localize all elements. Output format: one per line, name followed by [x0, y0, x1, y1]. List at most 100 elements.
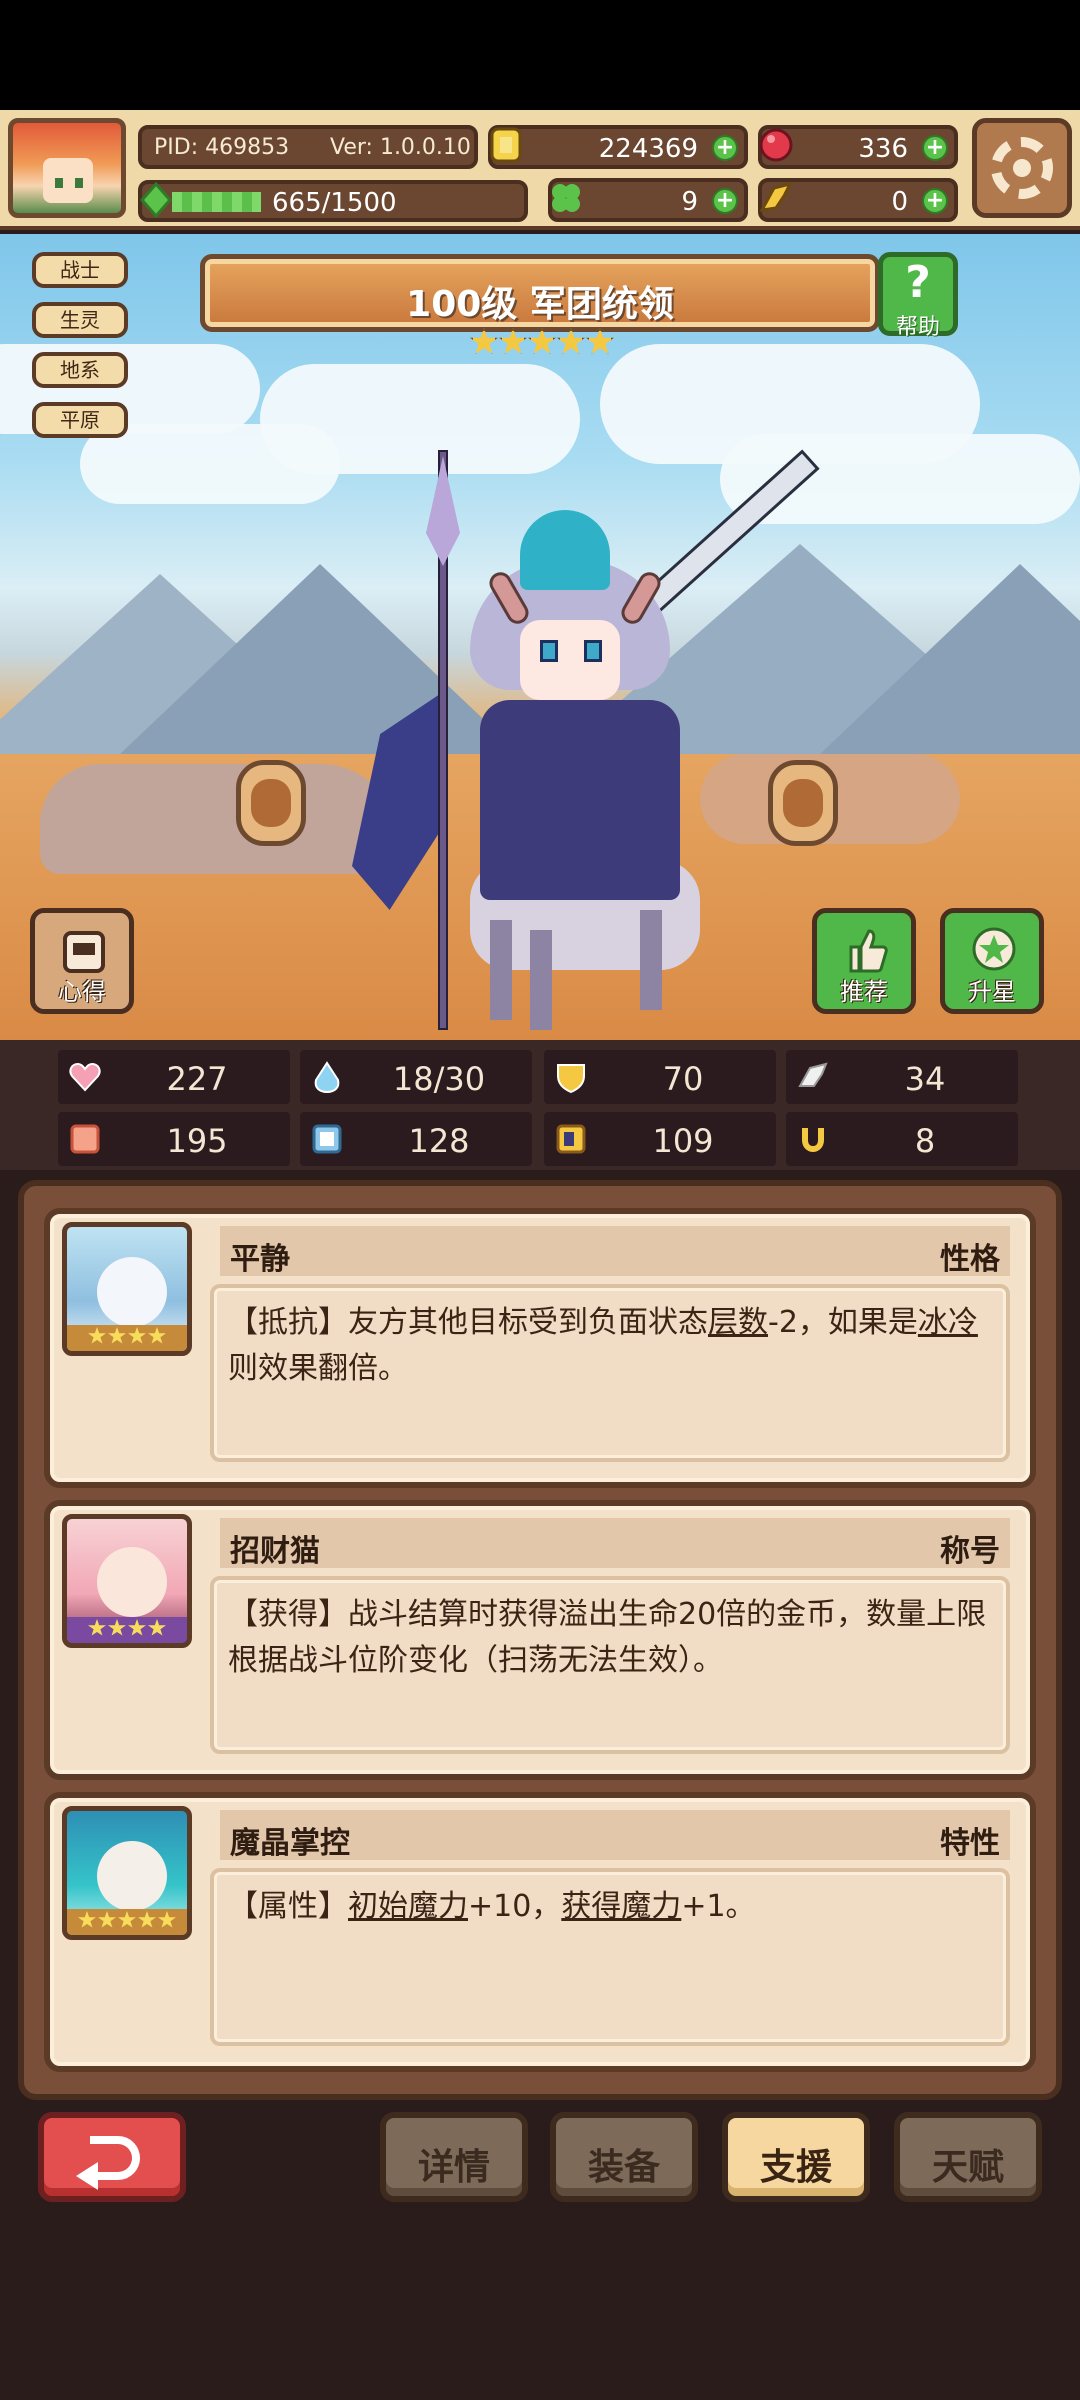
help-button[interactable]: ? 帮助 [878, 252, 958, 340]
gold-counter: 224369 + [488, 125, 748, 169]
red-gem-icon [759, 128, 793, 162]
card-header: 魔晶掌控 特性 [220, 1810, 1010, 1861]
recommend-button[interactable]: 推荐 [812, 908, 916, 1014]
right-arrow-icon [783, 779, 823, 827]
settings-button[interactable] [972, 118, 1072, 218]
hero-face [520, 620, 620, 700]
wing-value: 0 [891, 187, 908, 217]
tag-class[interactable]: 战士 [32, 252, 128, 288]
trait-card-title[interactable]: 招财猫 称号 【获得】战斗结算时获得溢出生命20倍的金币，数量上限根据战斗位阶变… [44, 1500, 1036, 1780]
player-info-bar: PID: 469853 Ver: 1.0.0.10 [138, 125, 478, 169]
horseshoe-icon [802, 1128, 824, 1152]
stat-hp: 227 [58, 1050, 290, 1104]
stat-defense: 70 [544, 1050, 776, 1104]
card-description-box: 【抵抗】友方其他目标受到负面状态层数-2，如果是冰冷则效果翻倍。 [210, 1284, 1010, 1462]
trait-name: 魔晶掌控 [230, 1826, 350, 1861]
wing-counter: 0 + [758, 178, 958, 222]
back-button[interactable] [38, 2112, 186, 2202]
trait-description: 【获得】战斗结算时获得溢出生命20倍的金币，数量上限根据战斗位阶变化（扫荡无法生… [228, 1597, 987, 1678]
card-header: 平静 性格 [220, 1226, 1010, 1277]
portrait-feature [62, 1806, 192, 1940]
experience-fill [172, 192, 261, 212]
stat-mana: 18/30 [300, 1050, 532, 1104]
star-icon [470, 328, 498, 354]
keyword-link[interactable]: 获得魔力 [561, 1889, 681, 1924]
stat-luck: 8 [786, 1112, 1018, 1166]
portrait-stars [67, 1909, 187, 1935]
next-hero-button[interactable] [768, 760, 838, 846]
status-bar [0, 0, 1080, 110]
water-drop-icon [314, 1061, 340, 1094]
gold-coin-icon [490, 127, 522, 163]
fist-icon [70, 1124, 100, 1154]
portrait-stars [67, 1325, 187, 1351]
star-icon [499, 328, 527, 354]
tag-element[interactable]: 地系 [32, 352, 128, 388]
hero-torso [480, 700, 680, 900]
trait-type: 性格 [940, 1242, 1000, 1277]
gem-value: 336 [858, 134, 908, 164]
player-id: PID: 469853 [154, 135, 290, 160]
golden-wing-icon [759, 181, 793, 212]
tag-race[interactable]: 生灵 [32, 302, 128, 338]
keyword-link[interactable]: 初始魔力 [348, 1889, 468, 1924]
exp-gem-icon [140, 181, 172, 219]
trait-card-feature[interactable]: 魔晶掌控 特性 【属性】初始魔力+10，获得魔力+1。 [44, 1792, 1036, 2072]
helmet-crest [520, 510, 610, 590]
add-wing-button[interactable]: + [922, 188, 948, 214]
gem-counter: 336 + [758, 125, 958, 169]
add-gem-button[interactable]: + [922, 135, 948, 161]
gold-value: 224369 [598, 134, 698, 164]
experience-bar: 665/1500 [138, 180, 528, 222]
hero-title-banner: 100级 军团统领 [200, 254, 880, 332]
trait-name: 平静 [230, 1242, 290, 1277]
hero-star-rating [470, 328, 615, 362]
trait-description: 【抵抗】友方其他目标受到负面状态层数-2，如果是冰冷则效果翻倍。 [228, 1305, 978, 1386]
trait-type: 称号 [940, 1534, 1000, 1569]
card-description-box: 【属性】初始魔力+10，获得魔力+1。 [210, 1868, 1010, 2046]
left-arrow-icon [251, 779, 291, 827]
stats-panel: 227 18/30 70 34 195 128 109 8 [0, 1040, 1080, 1170]
stat-dodge: 34 [786, 1050, 1018, 1104]
add-gold-button[interactable]: + [712, 135, 738, 161]
star-icon [586, 328, 614, 354]
tab-details[interactable]: 详情 [380, 2112, 528, 2202]
hero-detail-screen: PID: 469853 Ver: 1.0.0.10 224369 + 336 +… [0, 0, 1080, 2400]
star-up-label: 升星 [968, 978, 1016, 1006]
trait-type: 特性 [940, 1826, 1000, 1861]
shield-icon [557, 1064, 585, 1094]
star-badge-icon [972, 927, 1016, 971]
book-icon [312, 1124, 342, 1154]
stat-speed: 109 [544, 1112, 776, 1166]
previous-hero-button[interactable] [236, 760, 306, 846]
star-icon [528, 328, 556, 354]
card-header: 招财猫 称号 [220, 1518, 1010, 1569]
keyword-link[interactable]: 冰冷 [918, 1305, 978, 1340]
tab-talent[interactable]: 天赋 [894, 2112, 1042, 2202]
tag-terrain[interactable]: 平原 [32, 402, 128, 438]
portrait-personality [62, 1222, 192, 1356]
recommend-label: 推荐 [840, 978, 888, 1006]
stat-magic: 128 [300, 1112, 532, 1166]
trait-card-personality[interactable]: 平静 性格 【抵抗】友方其他目标受到负面状态层数-2，如果是冰冷则效果翻倍。 [44, 1208, 1036, 1488]
thumbs-up-icon [849, 929, 888, 973]
question-icon: ? [905, 257, 931, 308]
add-clover-button[interactable]: + [712, 188, 738, 214]
player-avatar[interactable] [8, 118, 126, 218]
star-icon [557, 328, 585, 354]
heart-icon [69, 1062, 101, 1092]
tab-equipment[interactable]: 装备 [550, 2112, 698, 2202]
trait-description: 【属性】初始魔力+10，获得魔力+1。 [228, 1889, 756, 1924]
portrait-title [62, 1514, 192, 1648]
tab-support[interactable]: 支援 [722, 2112, 870, 2202]
chest-icon [63, 931, 105, 973]
trait-name: 招财猫 [230, 1534, 320, 1569]
boot-icon [556, 1124, 586, 1154]
clover-icon [552, 184, 580, 212]
game-version: Ver: 1.0.0.10 [330, 135, 471, 160]
insight-button[interactable]: 心得 [30, 908, 134, 1014]
insight-label: 心得 [58, 978, 106, 1006]
portrait-stars [67, 1617, 187, 1643]
keyword-link[interactable]: 层数 [708, 1305, 768, 1340]
star-up-button[interactable]: 升星 [940, 908, 1044, 1014]
